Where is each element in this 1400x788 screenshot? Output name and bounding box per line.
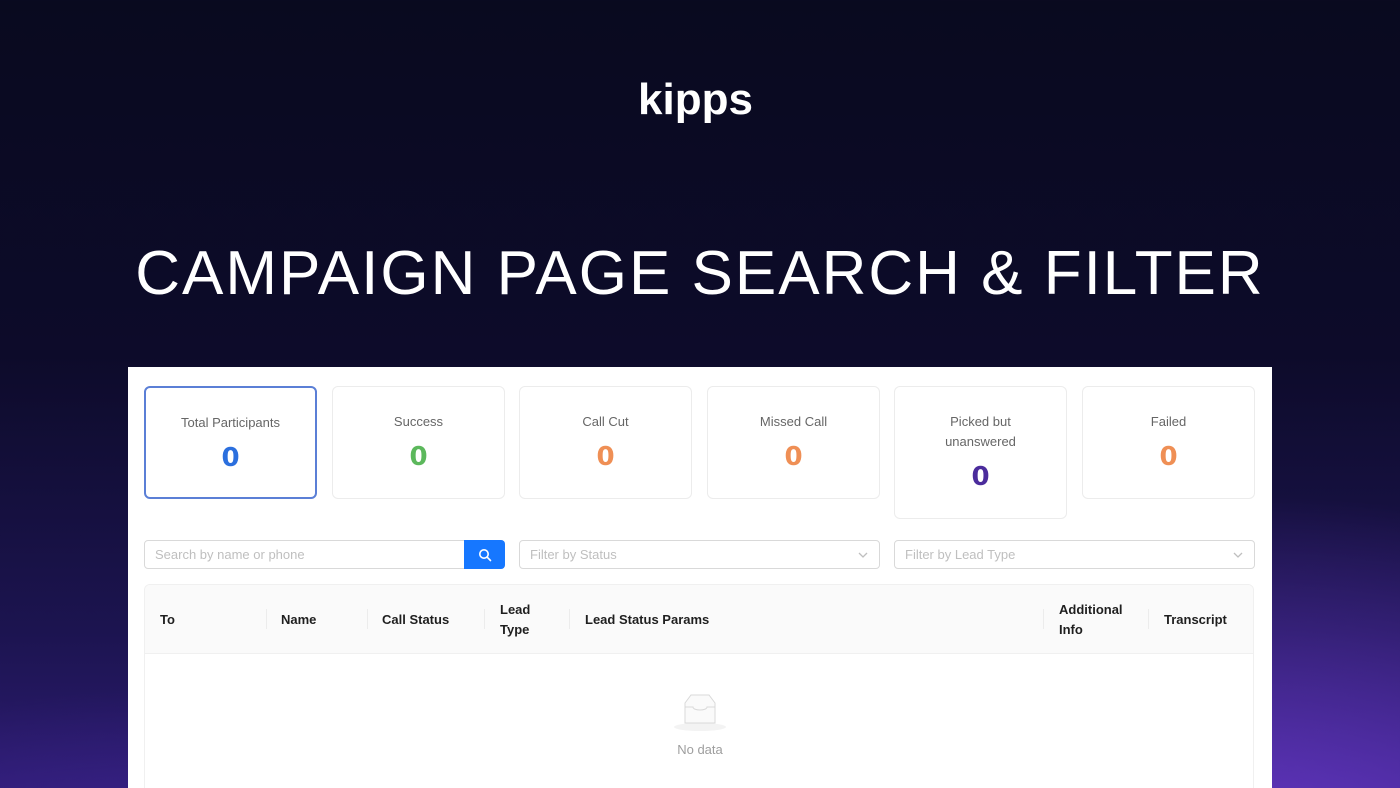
stat-label: Picked but unanswered (945, 414, 1016, 449)
stat-label: Missed Call (759, 414, 828, 429)
column-header-transcript[interactable]: Transcript (1164, 585, 1244, 654)
stat-label: Total Participants (181, 415, 280, 430)
search-icon (478, 548, 491, 561)
search-input[interactable] (145, 541, 465, 568)
svg-text:kipps: kipps (638, 75, 753, 124)
stat-card-success[interactable]: Success 0 (332, 386, 505, 499)
stat-value: 0 (409, 442, 428, 472)
column-header-lead-status-params[interactable]: Lead Status Params (585, 585, 885, 654)
stat-value: 0 (784, 442, 803, 472)
lead-type-filter-placeholder: Filter by Lead Type (905, 547, 1016, 562)
column-divider (569, 609, 570, 629)
hero-title: CAMPAIGN PAGE SEARCH & FILTER (135, 239, 1265, 308)
stat-card-failed[interactable]: Failed 0 (1082, 386, 1255, 499)
empty-inbox-icon (674, 694, 726, 731)
stat-label: Call Cut (582, 414, 629, 429)
search-button[interactable] (464, 540, 505, 569)
column-divider (484, 609, 485, 629)
stats-row: Total Participants 0 Success 0 Call Cut … (144, 386, 1255, 521)
lead-type-filter-select[interactable]: Filter by Lead Type (894, 540, 1255, 569)
column-divider (1043, 609, 1044, 629)
stat-label: Failed (1150, 414, 1187, 429)
stat-value: 0 (1159, 442, 1178, 472)
column-divider (367, 609, 368, 629)
kipps-logo-mark: kipps (638, 75, 753, 124)
column-header-name[interactable]: Name (281, 585, 371, 654)
chevron-down-icon (858, 552, 868, 558)
column-header-lead-type[interactable]: Lead Type (500, 585, 550, 654)
stat-card-missed-call[interactable]: Missed Call 0 (707, 386, 880, 499)
campaign-panel: Total Participants 0 Success 0 Call Cut … (128, 367, 1272, 788)
column-header-additional-info[interactable]: Additional Info (1059, 585, 1139, 654)
kipps-logo: kipps (0, 74, 1400, 126)
chevron-down-icon (1233, 552, 1243, 558)
column-header-to[interactable]: To (160, 585, 260, 654)
column-divider (1148, 609, 1149, 629)
stat-label: Success (393, 414, 444, 429)
stat-card-picked-but-unanswered[interactable]: Picked but unanswered 0 (894, 386, 1067, 519)
stat-card-total-participants[interactable]: Total Participants 0 (144, 386, 317, 499)
status-filter-select[interactable]: Filter by Status (519, 540, 880, 569)
participants-table: To Name Call Status Lead Type Lead Statu… (144, 584, 1254, 788)
status-filter-placeholder: Filter by Status (530, 547, 617, 562)
stat-value: 0 (221, 443, 240, 473)
empty-state: No data (145, 693, 1253, 757)
search-box (144, 540, 505, 569)
stat-value: 0 (596, 442, 615, 472)
column-header-call-status[interactable]: Call Status (382, 585, 482, 654)
table-header: To Name Call Status Lead Type Lead Statu… (145, 585, 1253, 654)
column-divider (266, 609, 267, 629)
stat-card-call-cut[interactable]: Call Cut 0 (519, 386, 692, 499)
stat-value: 0 (971, 462, 990, 492)
empty-text: No data (677, 742, 723, 757)
